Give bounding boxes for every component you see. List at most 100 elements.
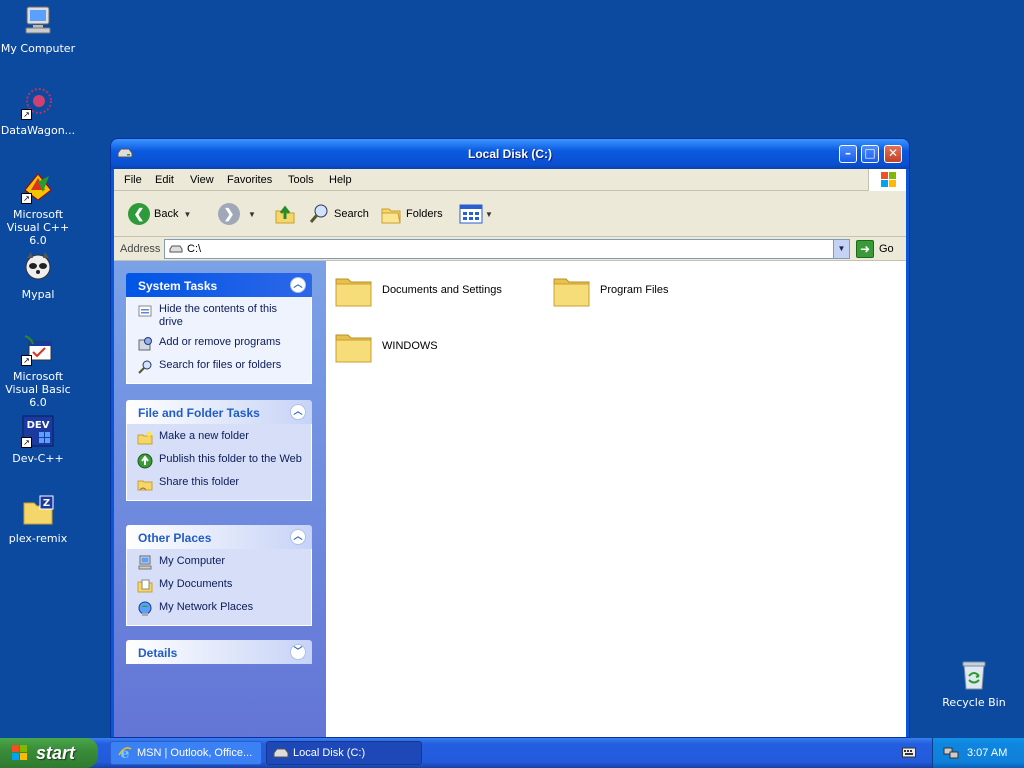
folder-item[interactable]: Program Files [552,271,668,309]
my-documents-icon [137,578,153,594]
file-folder-tasks-title: File and Folder Tasks [138,406,260,420]
collapse-chevron-icon[interactable]: ︿ [290,529,306,545]
other-places-title: Other Places [138,531,212,545]
details-header[interactable]: Details ﹀ [126,640,312,664]
dev-cpp-icon: DEV ↗ [21,414,55,448]
minimize-button[interactable]: – [839,145,857,163]
shortcut-arrow-icon: ↗ [21,355,32,366]
clock[interactable]: 3:07 AM [967,747,1007,759]
system-tasks-header[interactable]: System Tasks ︿ [126,273,312,297]
task-search-files[interactable]: Search for files or folders [137,359,303,375]
add-remove-programs-icon [137,336,153,352]
desktop-icon-dev-cpp[interactable]: DEV ↗ Dev-C++ [0,414,78,465]
views-button[interactable]: ▼ [459,201,493,227]
search-label: Search [334,208,369,220]
menu-help[interactable]: Help [329,174,352,186]
place-my-documents[interactable]: My Documents [137,578,303,594]
menu-bar: File Edit View Favorites Tools Help [114,169,906,191]
file-folder-tasks-header[interactable]: File and Folder Tasks ︿ [126,400,312,424]
file-list: Documents and Settings Program Files WIN… [326,261,906,737]
back-label: Back [154,208,179,220]
folder-item[interactable]: WINDOWS [334,327,438,365]
desktop-icon-label: Mypal [21,288,55,301]
recycle-bin-icon [957,658,991,692]
desktop-icon-plex-remix[interactable]: Z plex-remix [0,494,78,545]
collapse-chevron-icon[interactable]: ︿ [290,404,306,420]
task-share-folder[interactable]: Share this folder [137,476,303,492]
go-button[interactable]: ➜ Go [856,240,894,258]
task-publish-to-web[interactable]: Publish this folder to the Web [137,453,303,469]
task-hide-drive-contents[interactable]: Hide the contents of this drive [137,303,303,329]
place-my-network-places[interactable]: My Network Places [137,601,303,617]
taskbar-button-local-disk[interactable]: Local Disk (C:) [266,741,422,765]
up-folder-icon [275,205,295,224]
folders-icon [381,208,401,224]
menu-edit[interactable]: Edit [155,174,174,186]
chevron-down-icon[interactable]: ▼ [248,210,256,219]
network-connection-icon[interactable] [943,745,959,761]
task-make-new-folder[interactable]: Make a new folder [137,430,303,446]
hide-contents-icon [137,303,153,319]
publish-web-icon [137,453,153,469]
folder-icon [553,278,590,307]
shortcut-arrow-icon: ↗ [21,193,32,204]
maximize-button[interactable]: □ [861,145,879,163]
search-button[interactable]: Search [308,201,369,227]
title-bar[interactable]: Local Disk (C:) – □ ✕ [111,139,909,169]
folders-label: Folders [406,208,443,220]
windows-logo-icon [868,169,906,191]
datawagon-icon: ↗ [21,86,55,120]
desktop-icon-mypal[interactable]: Mypal [0,250,78,301]
close-button[interactable]: ✕ [884,145,902,163]
start-button[interactable]: start [0,738,98,768]
taskbar-button-msn[interactable]: e MSN | Outlook, Office... [110,741,262,765]
desktop-icon-visual-basic[interactable]: ↗ Microsoft Visual Basic 6.0 [0,332,78,409]
folder-name: Program Files [600,284,669,296]
start-label: start [36,742,76,763]
menu-tools[interactable]: Tools [288,174,314,186]
address-input[interactable]: C:\ ▼ [164,239,850,259]
system-tray: 3:07 AM [932,738,1024,768]
mypal-icon [21,250,55,284]
desktop-icon-visual-cpp[interactable]: ↗ Microsoft Visual C++ 6.0 [0,170,78,247]
place-my-computer[interactable]: My Computer [137,555,303,571]
desktop-icon-my-computer[interactable]: My Computer [0,4,78,55]
chevron-down-icon[interactable]: ▼ [485,210,493,219]
visual-basic-icon: ↗ [21,332,55,366]
folder-item[interactable]: Documents and Settings [334,271,502,309]
other-places-header[interactable]: Other Places ︿ [126,525,312,549]
my-computer-icon [137,555,153,571]
menu-file[interactable]: File [124,174,142,186]
drive-icon [273,748,289,758]
folder-icon [335,278,372,307]
search-icon [137,359,153,375]
system-tasks-body: Hide the contents of this drive Add or r… [126,297,312,384]
task-label: Make a new folder [159,430,249,442]
menu-view[interactable]: View [190,174,214,186]
chevron-down-icon[interactable]: ▼ [183,210,191,219]
forward-button[interactable]: ❯ ▼ [218,201,256,227]
folder-icon [335,334,372,363]
desktop-icon-label: Dev-C++ [12,452,64,465]
share-folder-icon [137,476,153,492]
desktop-icon-datawagon[interactable]: ↗ DataWagon... [0,86,78,137]
other-places-panel: Other Places ︿ My Computer My Documents … [126,525,312,626]
up-folder-button[interactable] [274,201,296,227]
desktop-icon-label: DataWagon... [0,124,76,137]
desktop-icon-recycle-bin[interactable]: Recycle Bin [934,658,1014,709]
place-label: My Computer [159,555,226,567]
system-tasks-panel: System Tasks ︿ Hide the contents of this… [126,273,312,384]
svg-text:Z: Z [43,498,50,509]
task-add-remove-programs[interactable]: Add or remove programs [137,336,303,352]
collapse-chevron-icon[interactable]: ︿ [290,277,306,293]
other-places-body: My Computer My Documents My Network Plac… [126,549,312,626]
menu-favorites[interactable]: Favorites [227,174,272,186]
expand-chevron-icon[interactable]: ﹀ [290,644,306,660]
svg-text:DEV: DEV [27,420,50,431]
address-value: C:\ [187,243,202,255]
back-button[interactable]: ❮ Back ▼ [128,201,191,227]
address-dropdown-chevron-icon[interactable]: ▼ [833,240,849,258]
keyboard-icon[interactable] [902,746,916,758]
folders-button[interactable]: Folders [380,201,443,227]
window-title: Local Disk (C:) [467,147,552,161]
